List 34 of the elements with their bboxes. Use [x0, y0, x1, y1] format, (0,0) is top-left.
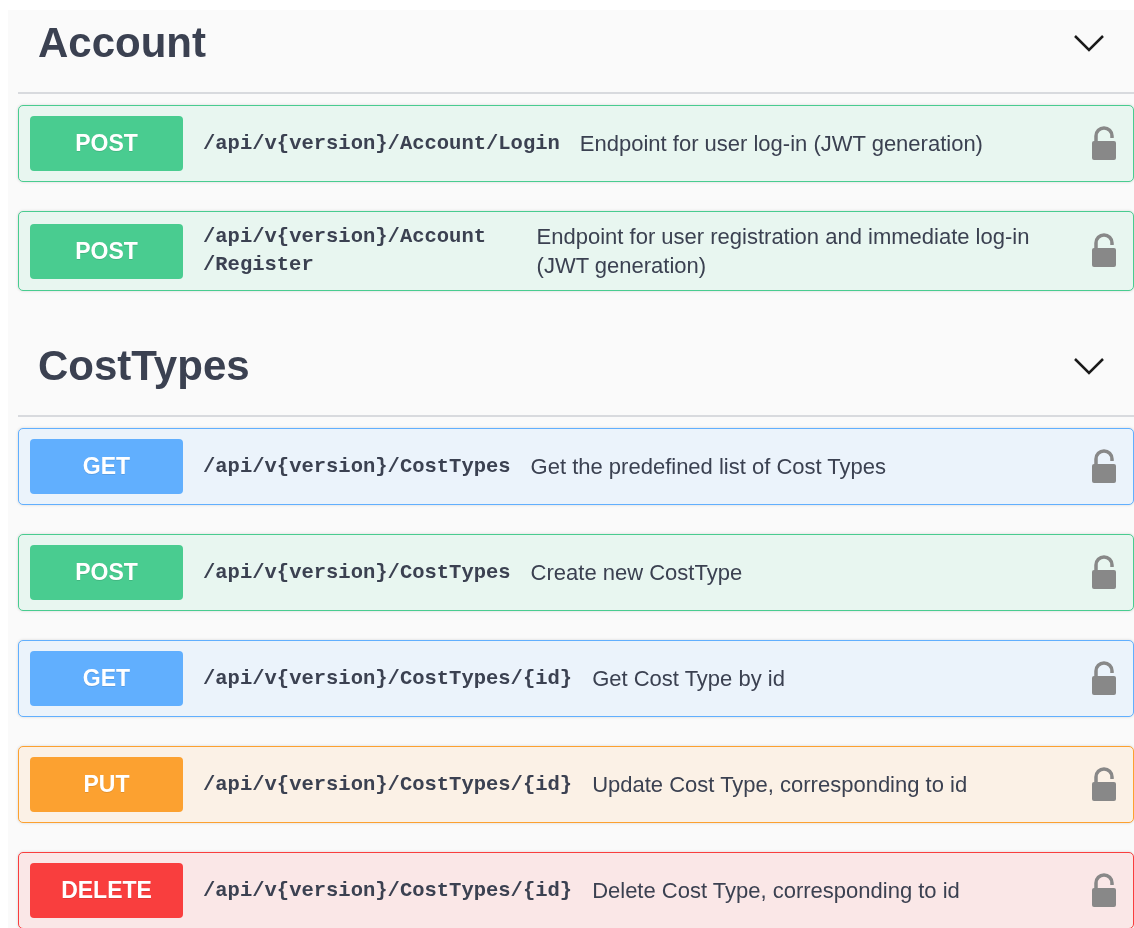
operation-row[interactable]: GET /api/v{version}/CostTypes Get the predefined list of Cost Types [18, 428, 1134, 505]
section-title: Account [38, 19, 206, 67]
endpoint-path: /api/v{version}/Account/Register [203, 224, 487, 278]
endpoint-path: /api/v{version}/CostTypes/{id} [203, 877, 573, 904]
operation-row[interactable]: POST /api/v{version}/Account/Login Endpoint for user log-in (JWT generation) [18, 105, 1134, 182]
operation-row[interactable]: POST /api/v{version}/Account/Register Endpoint for user registration and immediate log-in (JWT generation) [18, 211, 1134, 291]
operation-row[interactable]: GET /api/v{version}/CostTypes/{id} Get Cost Type by id [18, 640, 1134, 717]
endpoint-summary: Get Cost Type by id [592, 665, 785, 693]
chevron-icon [1072, 32, 1106, 54]
method-badge: GET [30, 651, 183, 706]
endpoint-summary: Get the predefined list of Cost Types [530, 453, 887, 481]
endpoint-path: /api/v{version}/CostTypes [203, 559, 511, 586]
operation-row[interactable]: DELETE /api/v{version}/CostTypes/{id} Delete Cost Type, corresponding to id [18, 852, 1134, 928]
endpoint-summary: Delete Cost Type, corresponding to id [592, 877, 960, 905]
method-badge: PUT [30, 757, 183, 812]
operation-row[interactable]: PUT /api/v{version}/CostTypes/{id} Update Cost Type, corresponding to id [18, 746, 1134, 823]
operation-row[interactable]: POST /api/v{version}/CostTypes Create new CostType [18, 534, 1134, 611]
section-title: CostTypes [38, 342, 250, 390]
endpoint-summary: Endpoint for user log-in (JWT generation) [579, 130, 983, 158]
endpoint-summary: Update Cost Type, corresponding to id [592, 771, 968, 799]
method-badge: POST [30, 116, 183, 171]
endpoint-path: /api/v{version}/Account/Login [203, 130, 560, 157]
endpoint-summary: Endpoint for user registration and immediate log-in (JWT generation) [536, 223, 1031, 280]
endpoint-summary: Create new CostType [530, 559, 743, 587]
method-badge: DELETE [30, 863, 183, 918]
method-badge: POST [30, 223, 183, 279]
section-header[interactable]: CostTypes [18, 333, 1134, 417]
method-badge: GET [30, 439, 183, 494]
chevron-icon [1072, 355, 1106, 377]
endpoint-path: /api/v{version}/CostTypes/{id} [203, 771, 573, 798]
method-badge: POST [30, 545, 183, 600]
section-header[interactable]: Account [18, 10, 1134, 94]
endpoint-path: /api/v{version}/CostTypes [203, 453, 511, 480]
endpoint-path: /api/v{version}/CostTypes/{id} [203, 665, 573, 692]
